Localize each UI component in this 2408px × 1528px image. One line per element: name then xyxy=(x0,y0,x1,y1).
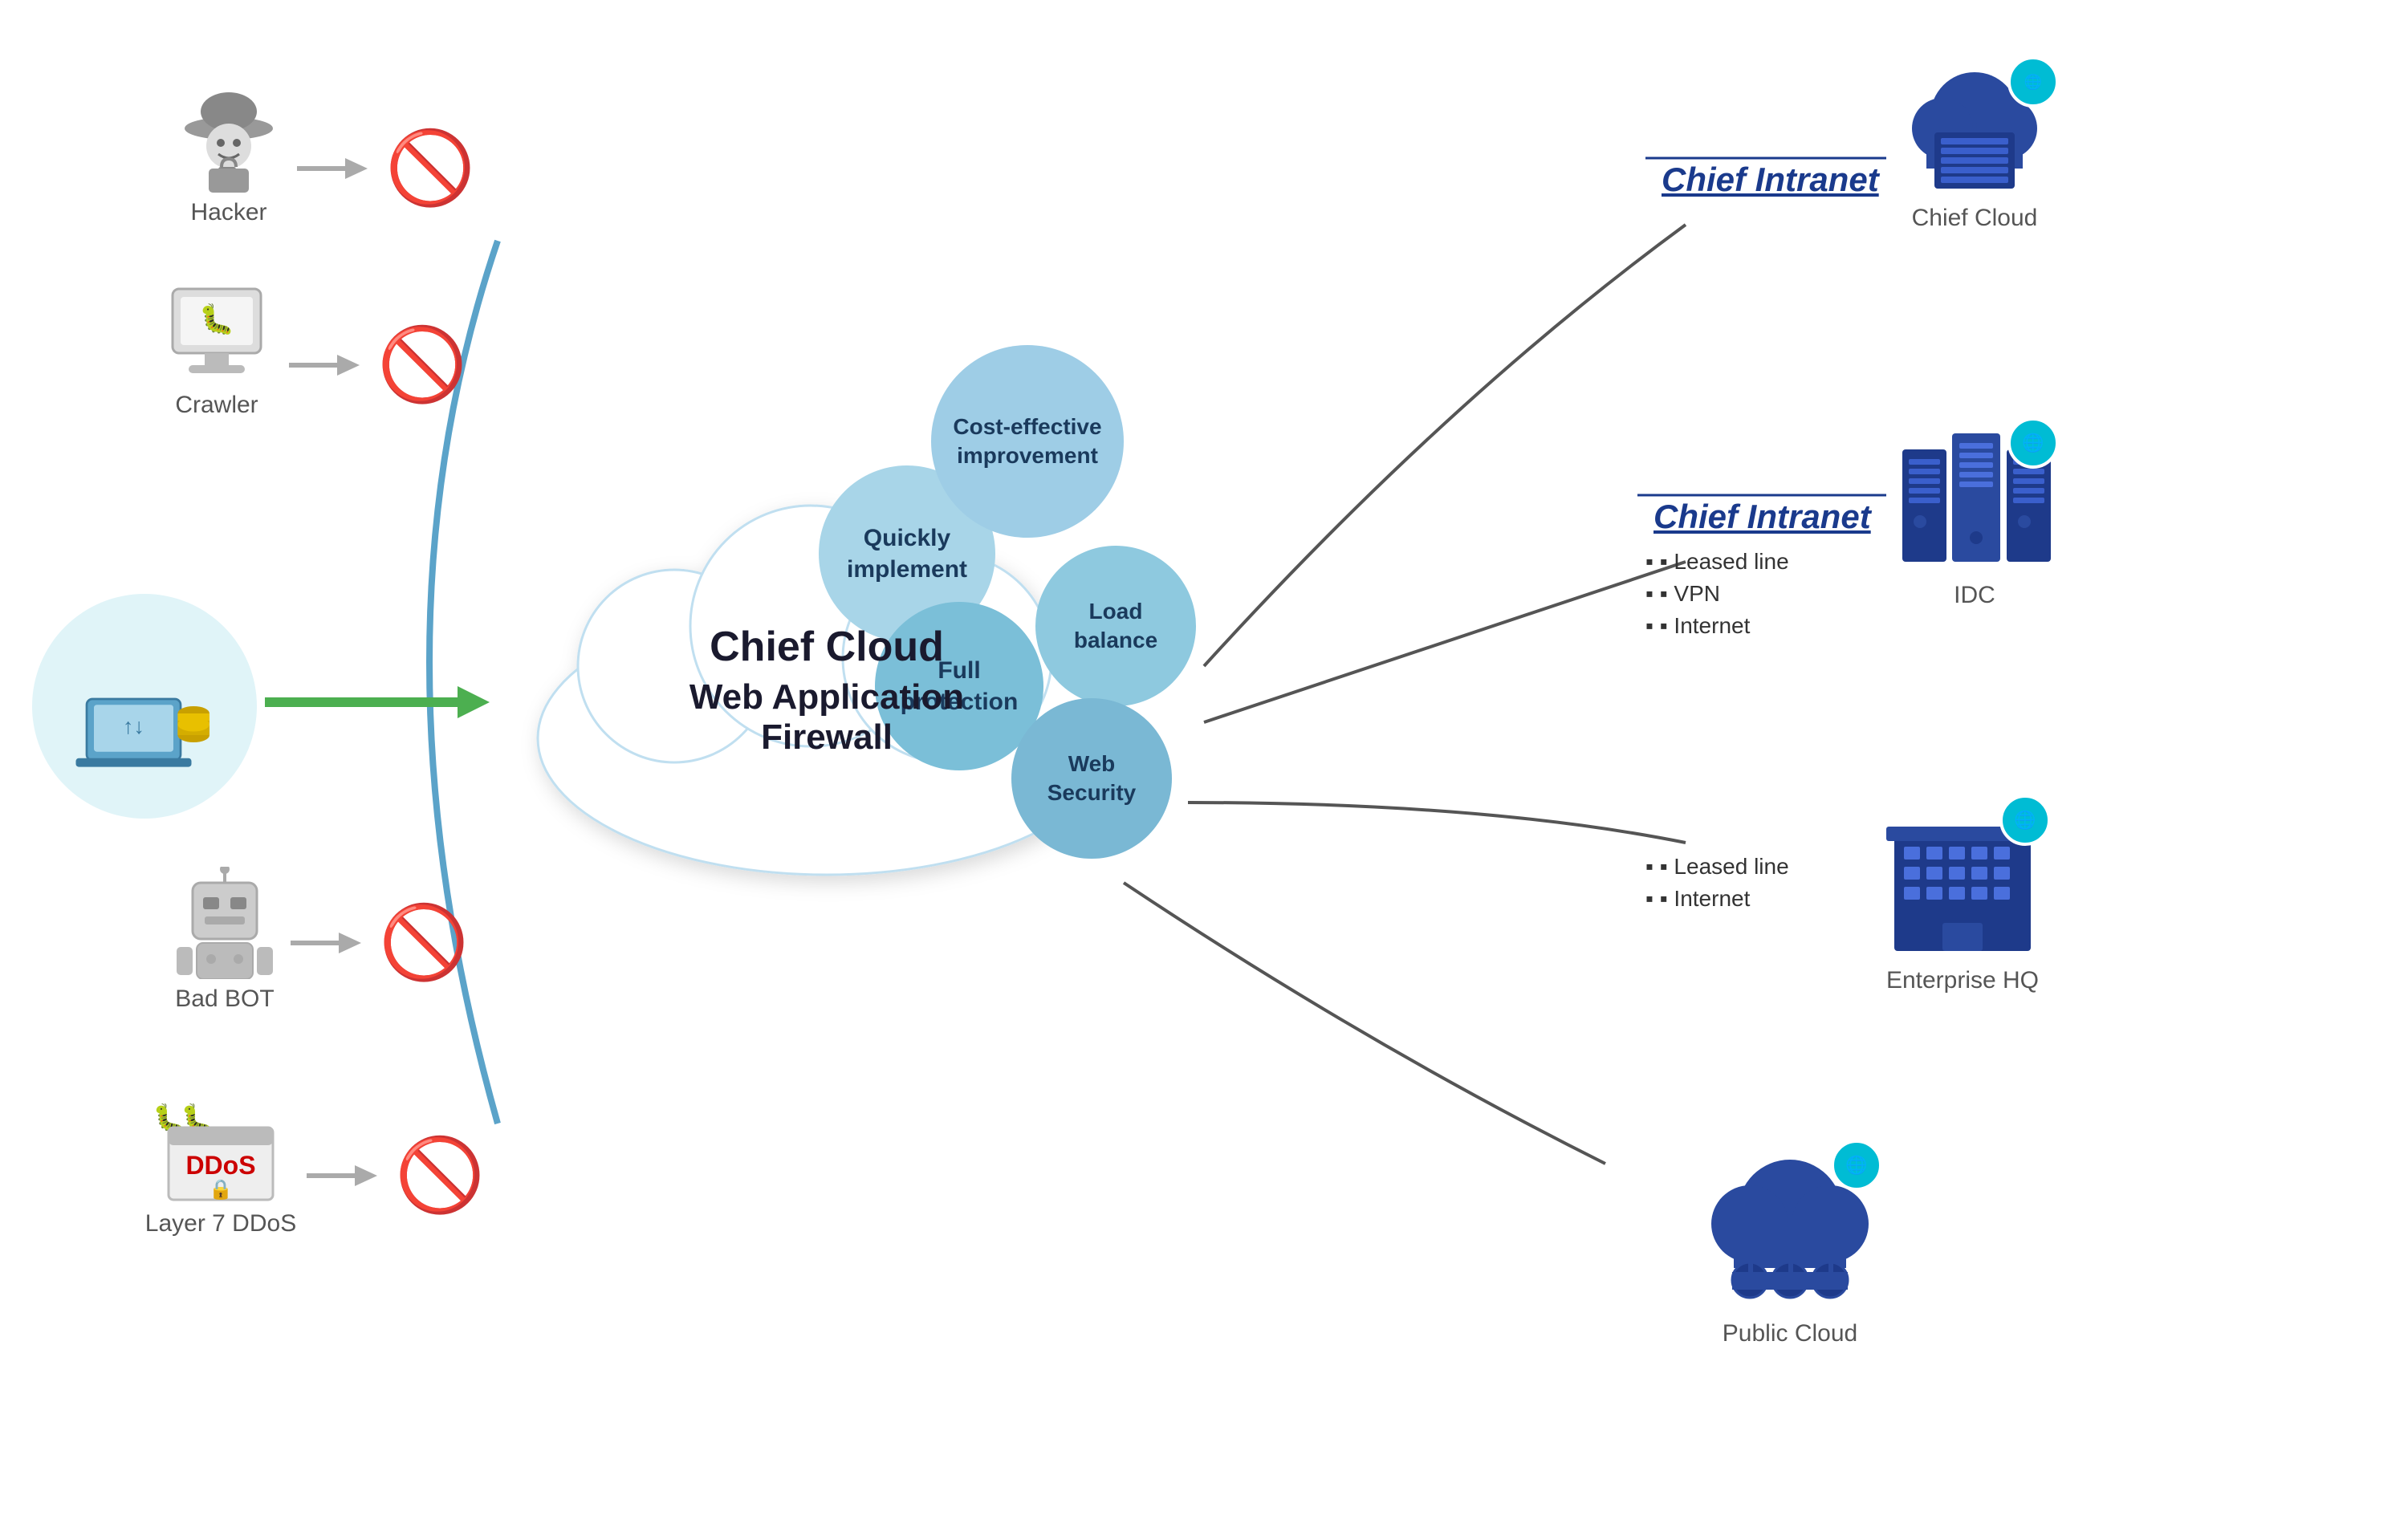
threat-ddos: 🐛 🐛 DDoS 🔒 Layer 7 DDoS xyxy=(144,1091,297,1237)
svg-text:🐛: 🐛 xyxy=(199,303,235,335)
enterprise-connections: ▪ Leased line ▪ Internet xyxy=(1645,851,1789,915)
svg-text:🔒: 🔒 xyxy=(209,1179,233,1201)
idc-connections: ▪ Leased line ▪ VPN ▪ Internet xyxy=(1645,546,1789,642)
public-cloud-label: Public Cloud xyxy=(1723,1320,1857,1347)
svg-text:↑↓: ↑↓ xyxy=(123,714,144,738)
hacker-label: Hacker xyxy=(190,199,266,226)
green-arrow-container xyxy=(265,678,490,726)
dest-enterprise-hq: 🌐 Enterprise HQ xyxy=(1870,803,2055,994)
hacker-blocked: 🚫 xyxy=(297,132,475,205)
chief-intranet-label-2: Chief Intranet xyxy=(1653,498,1871,536)
bubble-web-security: WebSecurity xyxy=(1011,698,1172,859)
bubble-cost-effective: Cost-effectiveimprovement xyxy=(931,345,1124,538)
bot-blocked: 🚫 xyxy=(291,907,469,979)
chief-cloud-label: Chief Cloud xyxy=(1912,205,2038,232)
threat-crawler: 🐛 Crawler xyxy=(161,281,273,419)
ddos-blocked: 🚫 xyxy=(307,1140,485,1212)
waf-title: Chief Cloud Web Application Firewall xyxy=(662,623,991,758)
dest-chief-cloud: 🌐 Chief Cloud xyxy=(1886,64,2063,232)
crawler-blocked: 🚫 xyxy=(289,329,467,401)
bad-bot-label: Bad BOT xyxy=(175,985,274,1013)
idc-label: IDC xyxy=(1954,582,1995,609)
ddos-label: Layer 7 DDoS xyxy=(145,1210,296,1237)
chief-intranet-label-1: Chief Intranet xyxy=(1662,161,1879,199)
enterprise-hq-label: Enterprise HQ xyxy=(1886,967,2039,994)
threat-hacker: Hacker xyxy=(177,80,281,226)
dest-public-cloud: 🌐 Public Cloud xyxy=(1686,1148,1894,1347)
dest-idc: 🌐 IDC xyxy=(1886,425,2063,609)
bubble-load-balance: Loadbalance xyxy=(1035,546,1196,706)
crawler-label: Crawler xyxy=(175,392,258,419)
user-circle: ↑↓ xyxy=(32,594,257,819)
svg-text:DDoS: DDoS xyxy=(185,1151,255,1180)
threat-bad-bot: Bad BOT xyxy=(173,867,277,1013)
